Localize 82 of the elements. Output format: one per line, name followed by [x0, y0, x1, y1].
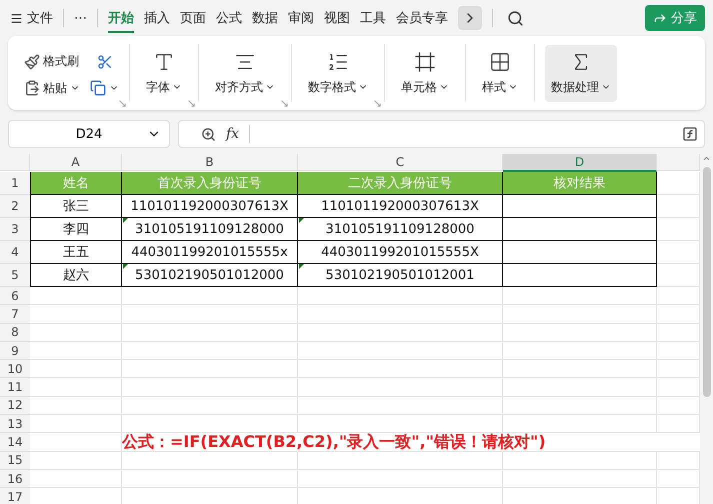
table-cell: 440301199201015555X — [298, 241, 503, 264]
function-label[interactable]: fx — [226, 126, 240, 142]
paintbrush-icon — [24, 54, 40, 70]
table-cell: 530102190501012000 — [122, 264, 298, 287]
row-number[interactable]: 1 — [0, 172, 30, 195]
header-cell: 姓名 — [30, 172, 122, 195]
table-cell: 李四 — [30, 218, 122, 241]
row-number[interactable]: 4 — [0, 241, 30, 264]
format-painter-button[interactable]: 格式刷 — [24, 50, 80, 74]
table-cell: 310105191109128000 — [298, 218, 503, 241]
row-number[interactable]: 3 — [0, 218, 30, 241]
row-number[interactable]: 14 — [0, 433, 30, 452]
launcher-icon[interactable] — [280, 99, 289, 108]
ribbon-button[interactable]: 单元格 — [395, 44, 455, 102]
table-cell: 440301199201015555x — [122, 241, 298, 264]
function-icon[interactable] — [682, 126, 698, 142]
row-number[interactable]: 11 — [0, 378, 30, 397]
ribbon-tab[interactable]: 开始 — [108, 3, 134, 33]
column-header[interactable]: B — [122, 154, 298, 171]
scissors-icon — [96, 54, 112, 70]
table-cell: 110101192000307613X — [122, 195, 298, 218]
error-indicator-icon — [299, 264, 304, 269]
copy-icon — [90, 80, 106, 96]
name-box[interactable]: D24 — [8, 120, 170, 148]
ribbon-tab[interactable]: 会员专享 — [396, 3, 448, 33]
table-cell: 王五 — [30, 241, 122, 264]
ribbon-tab[interactable]: 工具 — [360, 3, 386, 33]
scroll-up-icon[interactable] — [702, 154, 711, 163]
error-indicator-icon — [123, 218, 128, 223]
error-indicator-icon — [299, 218, 304, 223]
column-header[interactable]: C — [298, 154, 503, 171]
ribbon-button[interactable]: 对齐方式 — [209, 44, 281, 102]
formula-input[interactable]: fx — [178, 120, 705, 148]
scroll-tabs-button[interactable] — [458, 6, 482, 30]
paste-button[interactable]: 粘贴 — [24, 80, 80, 96]
ribbon-button[interactable]: 数据处理 — [545, 44, 617, 102]
cell-icon — [414, 50, 436, 72]
ribbon-tab[interactable]: 审阅 — [288, 3, 314, 33]
row-number[interactable]: 12 — [0, 396, 30, 416]
ribbon-button[interactable]: 字体 — [140, 44, 188, 102]
ribbon-tab[interactable]: 视图 — [324, 3, 350, 33]
table-cell: 110101192000307613X — [298, 195, 503, 218]
table-cell: 赵六 — [30, 264, 122, 287]
menu-icon — [10, 12, 23, 24]
share-button[interactable]: 分享 — [645, 5, 705, 31]
ribbon-button[interactable]: 样式 — [476, 44, 524, 102]
ribbon-tab[interactable]: 页面 — [180, 3, 206, 33]
header-cell: 首次录入身份证号 — [122, 172, 298, 195]
file-menu[interactable]: 文件 — [10, 7, 53, 29]
row-number[interactable]: 5 — [0, 264, 30, 287]
row-number[interactable]: 17 — [0, 488, 30, 504]
row-number[interactable]: 13 — [0, 415, 30, 434]
row-number[interactable]: 10 — [0, 360, 30, 378]
more-menu[interactable]: ⋯ — [74, 8, 87, 28]
column-header[interactable]: D — [503, 154, 657, 172]
column-header[interactable]: A — [30, 154, 122, 171]
copy-button[interactable] — [90, 80, 119, 96]
launcher-icon[interactable] — [118, 99, 127, 108]
row-number[interactable]: 7 — [0, 305, 30, 324]
error-indicator-icon — [123, 264, 128, 269]
ribbon-tab[interactable]: 公式 — [216, 3, 242, 33]
table-cell: 310105191109128000 — [122, 218, 298, 241]
table-cell: 530102190501012001 — [298, 264, 503, 287]
row-number[interactable]: 9 — [0, 342, 30, 360]
ribbon-button[interactable]: 数字格式 — [302, 44, 374, 102]
zoom-icon — [201, 126, 216, 142]
row-number[interactable]: 16 — [0, 470, 30, 488]
row-number[interactable]: 6 — [0, 287, 30, 306]
header-cell: 二次录入身份证号 — [298, 172, 503, 195]
row-number[interactable]: 8 — [0, 324, 30, 342]
ribbon-tab[interactable]: 插入 — [144, 3, 170, 33]
scrollbar-thumb[interactable] — [702, 167, 710, 397]
table-cell: 张三 — [30, 195, 122, 218]
header-cell: 核对结果 — [503, 172, 657, 195]
clipboard-icon — [24, 80, 40, 96]
style-icon — [489, 50, 511, 72]
search-icon — [507, 10, 524, 26]
row-number[interactable]: 15 — [0, 452, 30, 470]
ribbon-tab[interactable]: 数据 — [252, 3, 278, 33]
launcher-icon[interactable] — [187, 99, 196, 108]
row-number[interactable]: 2 — [0, 195, 30, 218]
launcher-icon[interactable] — [373, 99, 382, 108]
